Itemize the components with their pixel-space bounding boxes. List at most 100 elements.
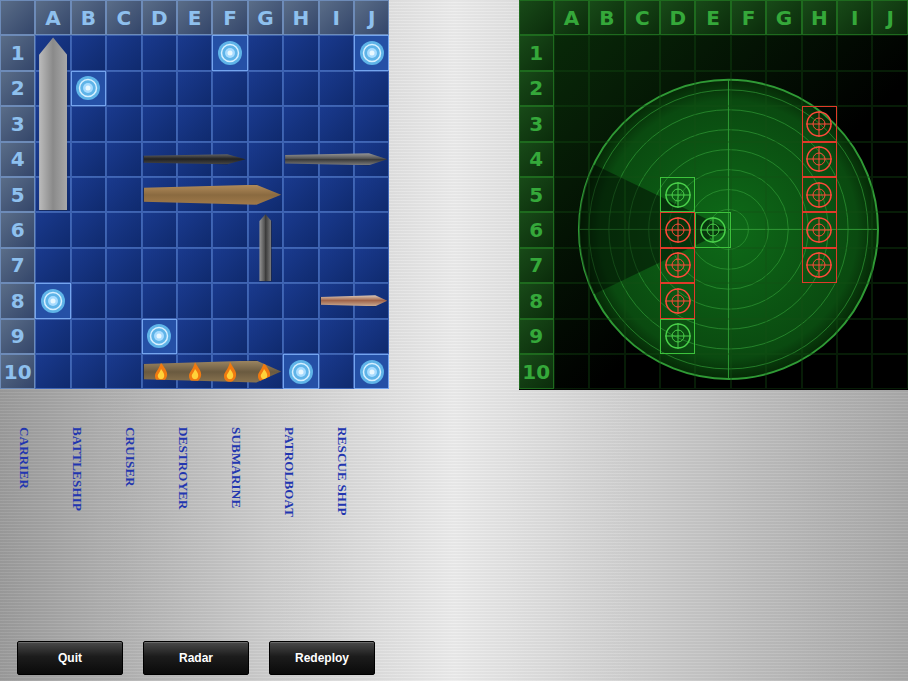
target-cell[interactable] — [554, 319, 589, 354]
target-cell[interactable] — [554, 142, 589, 177]
ship[interactable] — [35, 35, 70, 212]
sea-cell[interactable] — [71, 354, 106, 389]
action-button[interactable]: Radar — [143, 641, 249, 675]
sea-cell[interactable] — [106, 106, 141, 141]
sea-cell[interactable] — [106, 35, 141, 70]
target-cell[interactable] — [695, 354, 730, 389]
sea-cell[interactable] — [319, 35, 354, 70]
sea-cell[interactable] — [354, 71, 389, 106]
sea-cell[interactable] — [106, 177, 141, 212]
ship[interactable] — [142, 354, 284, 389]
sea-cell[interactable] — [212, 283, 247, 318]
sea-cell[interactable] — [283, 71, 318, 106]
target-cell[interactable] — [872, 212, 907, 247]
target-cell[interactable] — [766, 106, 801, 141]
sea-cell[interactable] — [319, 106, 354, 141]
target-cell[interactable] — [625, 35, 660, 70]
target-cell[interactable] — [837, 106, 872, 141]
sea-cell[interactable] — [106, 212, 141, 247]
target-cell[interactable] — [731, 177, 766, 212]
target-cell[interactable] — [554, 354, 589, 389]
sea-cell[interactable] — [71, 212, 106, 247]
sea-cell[interactable] — [248, 35, 283, 70]
target-cell[interactable] — [872, 319, 907, 354]
target-cell[interactable] — [695, 35, 730, 70]
target-cell[interactable] — [554, 248, 589, 283]
target-cell[interactable] — [695, 177, 730, 212]
sea-cell[interactable] — [106, 319, 141, 354]
target-cell[interactable] — [731, 248, 766, 283]
sea-cell[interactable] — [354, 319, 389, 354]
target-cell[interactable] — [589, 35, 624, 70]
sea-cell[interactable] — [142, 248, 177, 283]
sea-cell[interactable] — [248, 71, 283, 106]
target-cell[interactable] — [731, 35, 766, 70]
target-cell[interactable] — [802, 35, 837, 70]
sea-cell[interactable] — [283, 248, 318, 283]
sea-cell[interactable] — [71, 35, 106, 70]
sea-cell[interactable] — [212, 248, 247, 283]
sea-cell[interactable] — [177, 106, 212, 141]
target-cell[interactable] — [872, 354, 907, 389]
sea-cell[interactable] — [248, 319, 283, 354]
target-cell[interactable] — [589, 106, 624, 141]
sea-cell[interactable] — [142, 283, 177, 318]
target-cell[interactable] — [589, 319, 624, 354]
target-cell[interactable] — [766, 142, 801, 177]
target-cell[interactable] — [625, 319, 660, 354]
target-cell[interactable] — [731, 283, 766, 318]
sea-cell[interactable] — [106, 248, 141, 283]
target-cell[interactable] — [660, 354, 695, 389]
sea-cell[interactable] — [248, 283, 283, 318]
sea-cell[interactable] — [248, 142, 283, 177]
action-button[interactable]: Quit — [17, 641, 123, 675]
target-cell[interactable] — [731, 354, 766, 389]
sea-cell[interactable] — [319, 71, 354, 106]
target-cell[interactable] — [766, 354, 801, 389]
target-cell[interactable] — [872, 177, 907, 212]
sea-cell[interactable] — [177, 283, 212, 318]
sea-cell[interactable] — [319, 177, 354, 212]
sea-cell[interactable] — [354, 177, 389, 212]
target-cell[interactable] — [802, 283, 837, 318]
sea-cell[interactable] — [212, 106, 247, 141]
target-cell[interactable] — [872, 71, 907, 106]
target-cell[interactable] — [766, 212, 801, 247]
sea-cell[interactable] — [106, 71, 141, 106]
sea-cell[interactable] — [177, 248, 212, 283]
sea-cell[interactable] — [283, 319, 318, 354]
target-cell[interactable] — [766, 35, 801, 70]
sea-cell[interactable] — [106, 283, 141, 318]
sea-cell[interactable] — [35, 354, 70, 389]
target-cell[interactable] — [695, 106, 730, 141]
target-cell[interactable] — [660, 142, 695, 177]
target-cell[interactable] — [731, 71, 766, 106]
sea-cell[interactable] — [212, 319, 247, 354]
target-cell[interactable] — [837, 319, 872, 354]
sea-cell[interactable] — [35, 212, 70, 247]
sea-cell[interactable] — [283, 283, 318, 318]
target-cell[interactable] — [589, 354, 624, 389]
target-cell[interactable] — [589, 248, 624, 283]
target-cell[interactable] — [802, 319, 837, 354]
sea-cell[interactable] — [71, 283, 106, 318]
target-cell[interactable] — [589, 177, 624, 212]
sea-cell[interactable] — [71, 248, 106, 283]
target-cell[interactable] — [872, 35, 907, 70]
target-cell[interactable] — [660, 71, 695, 106]
target-cell[interactable] — [731, 106, 766, 141]
target-cell[interactable] — [837, 142, 872, 177]
target-cell[interactable] — [837, 283, 872, 318]
target-cell[interactable] — [660, 106, 695, 141]
sea-cell[interactable] — [177, 35, 212, 70]
sea-cell[interactable] — [354, 248, 389, 283]
target-cell[interactable] — [554, 106, 589, 141]
target-cell[interactable] — [837, 354, 872, 389]
target-cell[interactable] — [554, 35, 589, 70]
target-cell[interactable] — [766, 283, 801, 318]
sea-cell[interactable] — [106, 354, 141, 389]
sea-cell[interactable] — [71, 177, 106, 212]
target-cell[interactable] — [802, 71, 837, 106]
target-cell[interactable] — [625, 248, 660, 283]
ship[interactable] — [142, 142, 248, 177]
